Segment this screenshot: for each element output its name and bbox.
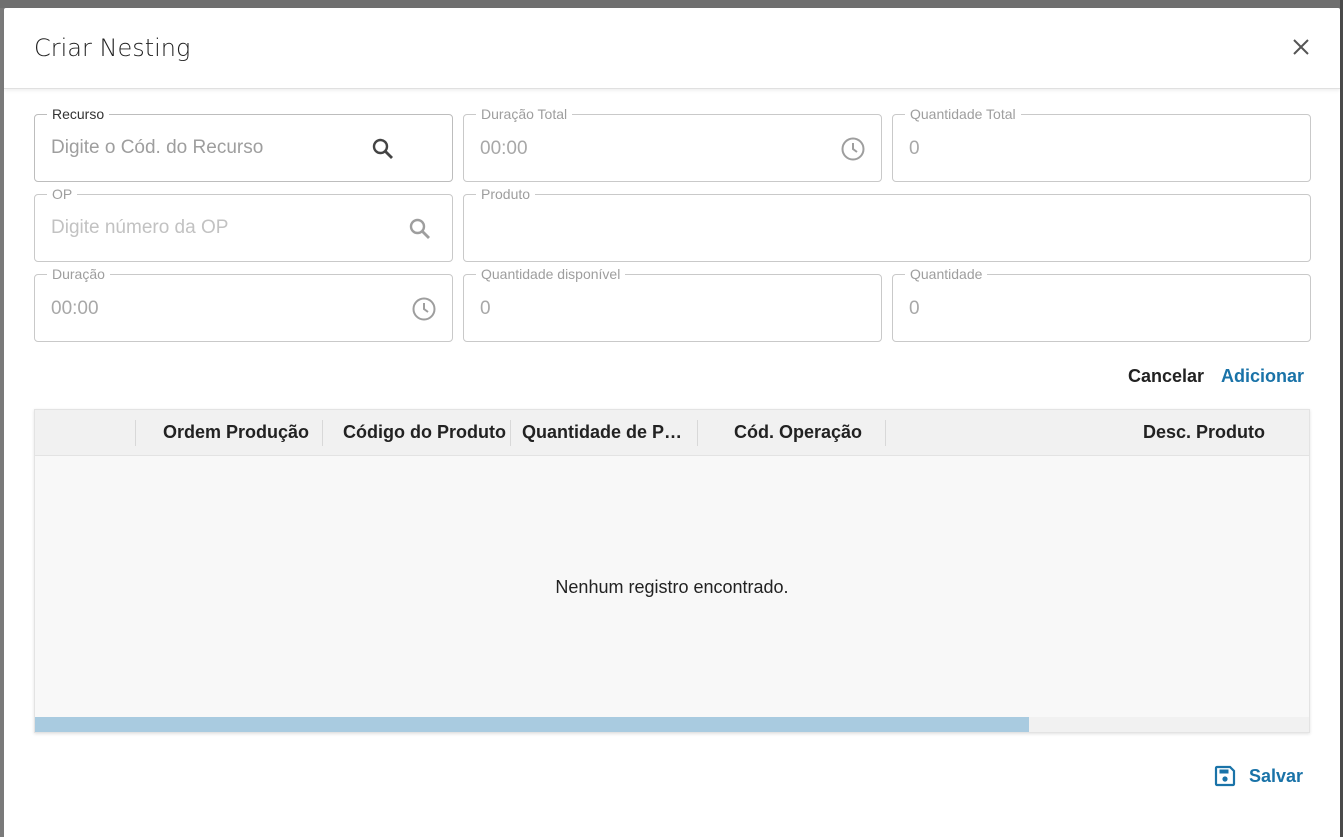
quantidade-value: 0	[909, 298, 920, 319]
column-separator	[885, 420, 886, 446]
add-button[interactable]: Adicionar	[1221, 366, 1304, 387]
save-label: Salvar	[1249, 766, 1304, 786]
duracao-value: 00:00	[51, 298, 99, 319]
quantidade-label: Quantidade	[905, 265, 988, 283]
column-header-cod-operacao[interactable]: Cód. Operação	[734, 410, 884, 455]
op-input[interactable]	[51, 217, 351, 239]
op-field: OP	[34, 185, 453, 262]
recurso-label: Recurso	[47, 105, 110, 123]
duracao-total-value: 00:00	[480, 138, 528, 159]
column-header-desc-produto[interactable]: Desc. Produto	[1143, 410, 1283, 455]
produto-field: Produto	[463, 185, 1311, 262]
recurso-input[interactable]	[51, 137, 351, 159]
duracao-field: Duração 00:00	[34, 265, 453, 342]
search-icon[interactable]	[370, 136, 396, 162]
produto-label: Produto	[476, 185, 536, 203]
duracao-total-label: Duração Total	[476, 105, 573, 123]
clock-icon	[411, 296, 437, 322]
duracao-total-field: Duração Total 00:00	[463, 105, 882, 182]
column-header-quantidade-pecas[interactable]: Quantidade de Peças	[522, 410, 688, 455]
column-separator	[322, 420, 323, 446]
quantidade-field: Quantidade 0	[892, 265, 1311, 342]
grid-header: Ordem Produção Código do Produto Quantid…	[35, 410, 1309, 456]
quantidade-disponivel-value: 0	[480, 298, 491, 319]
dialog-title: Criar Nesting	[34, 34, 191, 62]
dialog-header: Criar Nesting	[4, 8, 1340, 89]
column-header-codigo-produto[interactable]: Código do Produto	[343, 410, 513, 455]
close-button[interactable]	[1288, 34, 1314, 60]
cancel-button[interactable]: Cancelar	[1128, 366, 1204, 387]
clock-icon	[840, 136, 866, 162]
duracao-label: Duração	[47, 265, 110, 283]
quantidade-total-value: 0	[909, 138, 920, 159]
search-icon	[407, 216, 433, 242]
create-nesting-dialog: Criar Nesting Recurso Duração Total 00:0…	[4, 8, 1340, 837]
column-header-ordem-producao[interactable]: Ordem Produção	[163, 410, 323, 455]
op-label: OP	[47, 185, 78, 203]
items-grid: Ordem Produção Código do Produto Quantid…	[34, 409, 1310, 733]
scrollbar-thumb[interactable]	[35, 717, 1029, 732]
close-icon	[1293, 39, 1309, 55]
quantidade-disponivel-label: Quantidade disponível	[476, 265, 626, 283]
recurso-field: Recurso	[34, 105, 453, 182]
empty-message: Nenhum registro encontrado.	[555, 577, 789, 597]
quantidade-total-field: Quantidade Total 0	[892, 105, 1311, 182]
save-icon	[1214, 765, 1236, 787]
quantidade-total-label: Quantidade Total	[905, 105, 1021, 123]
horizontal-scrollbar[interactable]	[35, 717, 1309, 732]
backdrop	[0, 0, 1343, 8]
column-separator	[135, 420, 136, 446]
quantidade-disponivel-field: Quantidade disponível 0	[463, 265, 882, 342]
column-separator	[697, 420, 698, 446]
column-separator	[510, 420, 511, 446]
